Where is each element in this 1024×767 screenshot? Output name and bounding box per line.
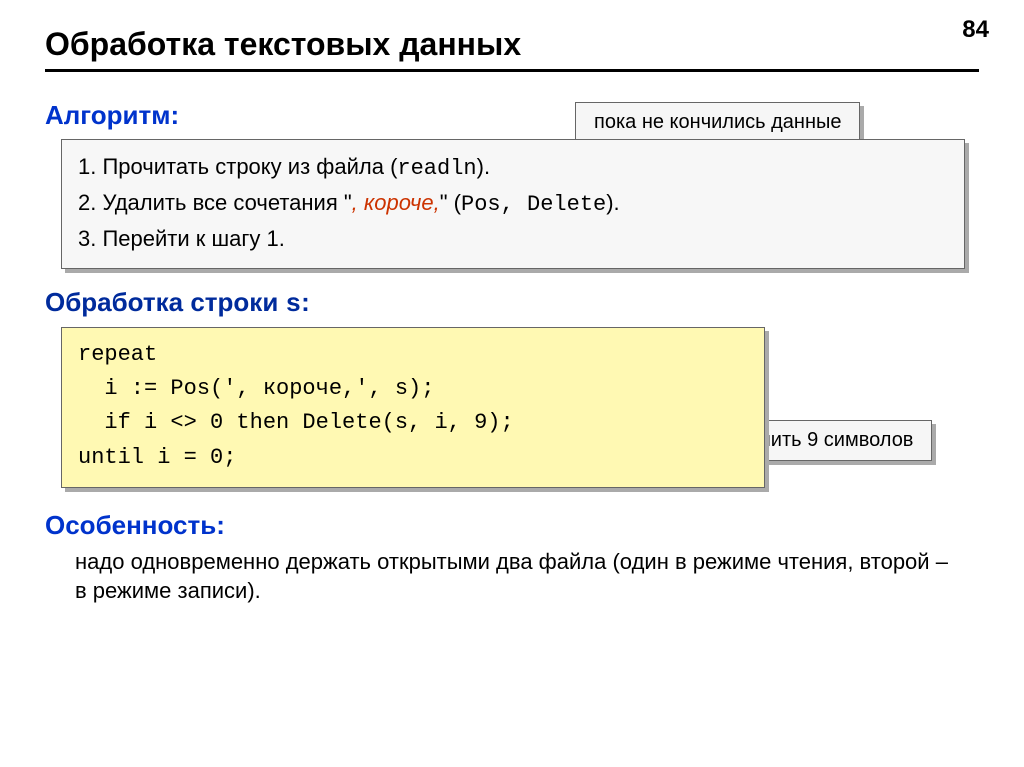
algo-step-1: 1. Прочитать строку из файла (readln). bbox=[78, 150, 948, 186]
processing-heading: Обработка строки s: bbox=[45, 287, 979, 319]
step2-pre: 2. Удалить все сочетания " bbox=[78, 190, 352, 215]
step2-mid: " ( bbox=[440, 190, 461, 215]
step2-code1: Pos bbox=[461, 192, 501, 217]
callout-loop: пока не кончились данные bbox=[575, 102, 860, 143]
feature-heading: Особенность: bbox=[45, 510, 979, 541]
algo-step-2: 2. Удалить все сочетания ", короче," (Po… bbox=[78, 186, 948, 222]
step2-code2: Delete bbox=[527, 192, 606, 217]
step2-post: ). bbox=[606, 190, 619, 215]
page-number: 84 bbox=[962, 16, 989, 44]
step1-post: ). bbox=[477, 154, 490, 179]
proc-head-code: s bbox=[286, 289, 302, 319]
feature-text: надо одновременно держать открытыми два … bbox=[75, 547, 949, 606]
page-title: Обработка текстовых данных bbox=[45, 20, 979, 63]
step1-pre: 1. Прочитать строку из файла ( bbox=[78, 154, 397, 179]
code-line-1: repeat bbox=[78, 338, 748, 372]
algo-step-3: 3. Перейти к шагу 1. bbox=[78, 222, 948, 256]
callout-loop-text: пока не кончились данные bbox=[594, 111, 841, 133]
step2-sep: , bbox=[501, 192, 527, 217]
step2-red: , короче, bbox=[352, 190, 440, 215]
title-divider bbox=[45, 69, 979, 72]
proc-head-post: : bbox=[301, 287, 310, 317]
proc-head-pre: Обработка строки bbox=[45, 287, 286, 317]
step1-code: readln bbox=[397, 156, 476, 181]
code-box: repeat i := Pos(', короче,', s); if i <>… bbox=[61, 327, 765, 487]
code-line-2: i := Pos(', короче,', s); bbox=[78, 372, 748, 406]
algorithm-box: 1. Прочитать строку из файла (readln). 2… bbox=[61, 139, 965, 269]
code-line-3: if i <> 0 then Delete(s, i, 9); bbox=[78, 406, 748, 440]
code-line-4: until i = 0; bbox=[78, 441, 748, 475]
